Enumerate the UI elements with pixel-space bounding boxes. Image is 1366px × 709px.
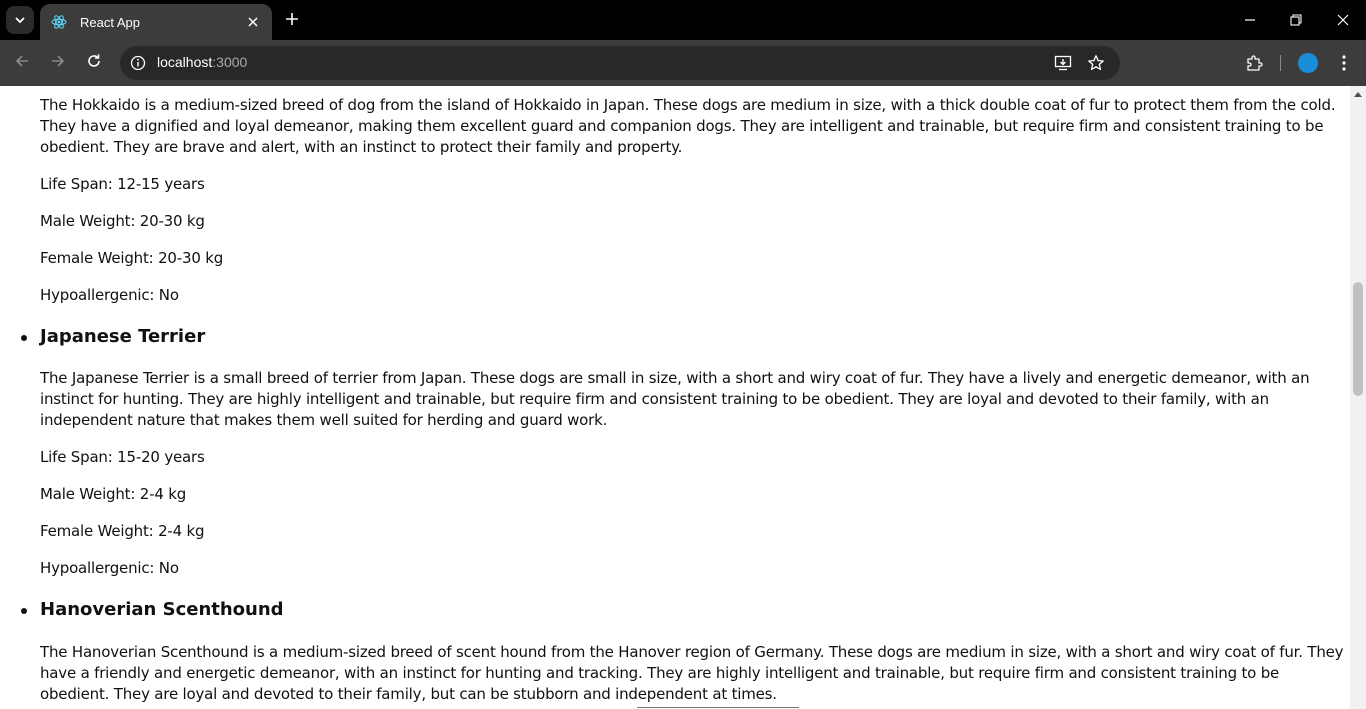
breed-title: Japanese Terrier	[40, 326, 206, 347]
toolbar-divider	[1280, 55, 1281, 71]
back-button[interactable]	[10, 51, 34, 75]
breed-description-hokkaido: The Hokkaido is a medium-sized breed of …	[40, 96, 1336, 156]
scroll-up-arrow-icon[interactable]	[1354, 90, 1362, 98]
breed-description: The Hanoverian Scenthound is a medium-si…	[40, 643, 1344, 703]
vertical-scrollbar[interactable]	[1350, 86, 1366, 709]
star-icon[interactable]	[1086, 53, 1106, 73]
restore-icon	[1290, 11, 1302, 30]
reload-button[interactable]	[82, 51, 106, 75]
react-logo-icon	[50, 13, 68, 31]
arrow-right-icon	[50, 53, 66, 73]
install-app-icon[interactable]	[1053, 53, 1073, 73]
tab-strip: React App	[0, 0, 1366, 40]
female-weight: Female Weight: 2-4 kg	[40, 522, 205, 540]
kebab-menu-icon[interactable]	[1333, 52, 1355, 74]
url-text[interactable]: localhost:3000	[157, 54, 247, 70]
puzzle-icon[interactable]	[1243, 52, 1265, 74]
minimize-icon	[1244, 11, 1256, 30]
male-weight: Male Weight: 20-30 kg	[40, 212, 205, 230]
active-tab[interactable]: React App	[40, 4, 272, 40]
tab-search-button[interactable]	[6, 6, 34, 34]
life-span: Life Span: 15-20 years	[40, 448, 205, 466]
url-host: localhost	[157, 54, 213, 70]
info-icon[interactable]	[128, 53, 148, 73]
breed-title: Hanoverian Scenthound	[40, 599, 284, 620]
scrollbar-thumb[interactable]	[1353, 282, 1363, 396]
page-viewport: The Hokkaido is a medium-sized breed of …	[0, 86, 1366, 709]
tab-title: React App	[80, 14, 140, 30]
list-bullet	[21, 608, 27, 614]
arrow-left-icon	[14, 53, 30, 73]
close-icon[interactable]	[244, 13, 262, 31]
hypoallergenic: Hypoallergenic: No	[40, 559, 179, 577]
female-weight: Female Weight: 20-30 kg	[40, 249, 224, 267]
restore-button[interactable]	[1286, 10, 1306, 30]
url-port: :3000	[212, 54, 248, 70]
browser-toolbar: localhost:3000	[0, 40, 1366, 86]
new-tab-button[interactable]	[281, 9, 303, 31]
horizontal-rule	[637, 707, 799, 708]
list-bullet	[21, 335, 27, 341]
minimize-button[interactable]	[1240, 10, 1260, 30]
hypoallergenic: Hypoallergenic: No	[40, 286, 179, 304]
chevron-down-icon	[14, 11, 26, 30]
plus-icon	[285, 11, 299, 30]
profile-avatar[interactable]	[1298, 53, 1318, 73]
male-weight: Male Weight: 2-4 kg	[40, 485, 187, 503]
address-bar[interactable]: localhost:3000	[120, 46, 1120, 80]
life-span: Life Span: 12-15 years	[40, 175, 205, 193]
close-window-button[interactable]	[1333, 10, 1353, 30]
reload-icon	[86, 53, 102, 73]
forward-button[interactable]	[46, 51, 70, 75]
breed-description: The Japanese Terrier is a small breed of…	[40, 369, 1310, 429]
close-icon	[1337, 11, 1349, 30]
